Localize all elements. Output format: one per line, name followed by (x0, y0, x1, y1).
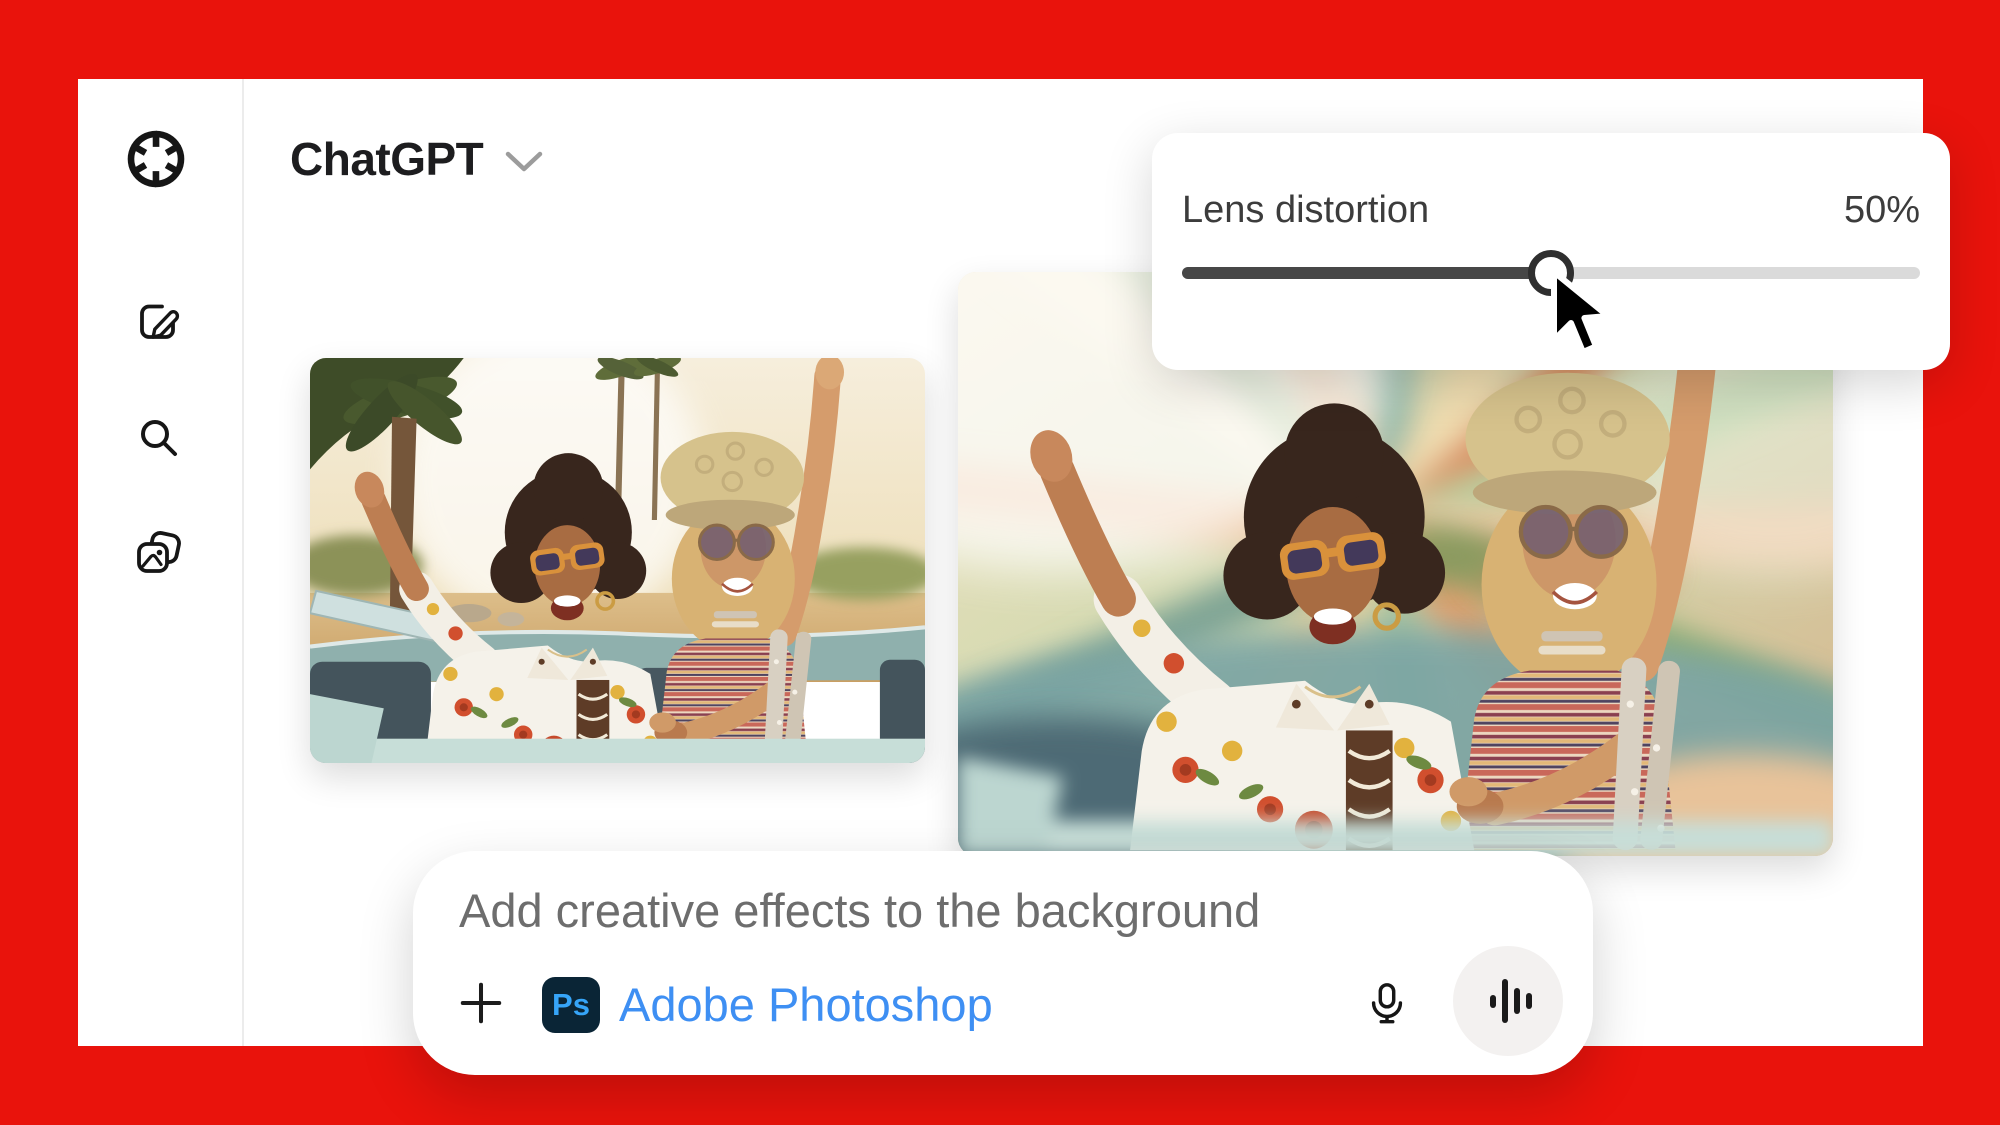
plus-icon[interactable] (458, 980, 504, 1026)
image-library-icon[interactable] (134, 529, 182, 577)
original-photo (310, 358, 925, 763)
slider-handle[interactable] (1528, 250, 1574, 296)
voice-mode-button[interactable] (1453, 946, 1563, 1056)
app-frame: ChatGPT Lens distortion 50% Add creative… (0, 0, 2000, 1125)
search-icon[interactable] (134, 413, 182, 461)
chevron-down-icon (506, 151, 543, 172)
page-title: ChatGPT (290, 133, 484, 185)
microphone-icon[interactable] (1364, 980, 1410, 1026)
model-switcher[interactable]: ChatGPT (290, 131, 543, 187)
photoshop-badge: Ps (542, 977, 600, 1033)
prompt-text[interactable]: Add creative effects to the background (459, 883, 1260, 938)
voice-waveform-icon (1490, 979, 1532, 1023)
openai-logo (124, 126, 188, 190)
prompt-bar[interactable]: Add creative effects to the background P… (413, 851, 1593, 1075)
new-chat-icon[interactable] (134, 297, 182, 345)
lens-distortion-panel: Lens distortion 50% (1152, 133, 1950, 370)
sidebar-divider (242, 79, 244, 1046)
sidebar (78, 79, 242, 1046)
slider-value: 50% (1843, 189, 1920, 231)
slider-fill (1182, 267, 1551, 279)
photoshop-label: Adobe Photoshop (619, 978, 993, 1031)
adobe-photoshop-chip[interactable]: Ps Adobe Photoshop (542, 977, 993, 1033)
lens-distortion-slider[interactable] (1182, 250, 1920, 296)
slider-label: Lens distortion (1182, 189, 1430, 231)
